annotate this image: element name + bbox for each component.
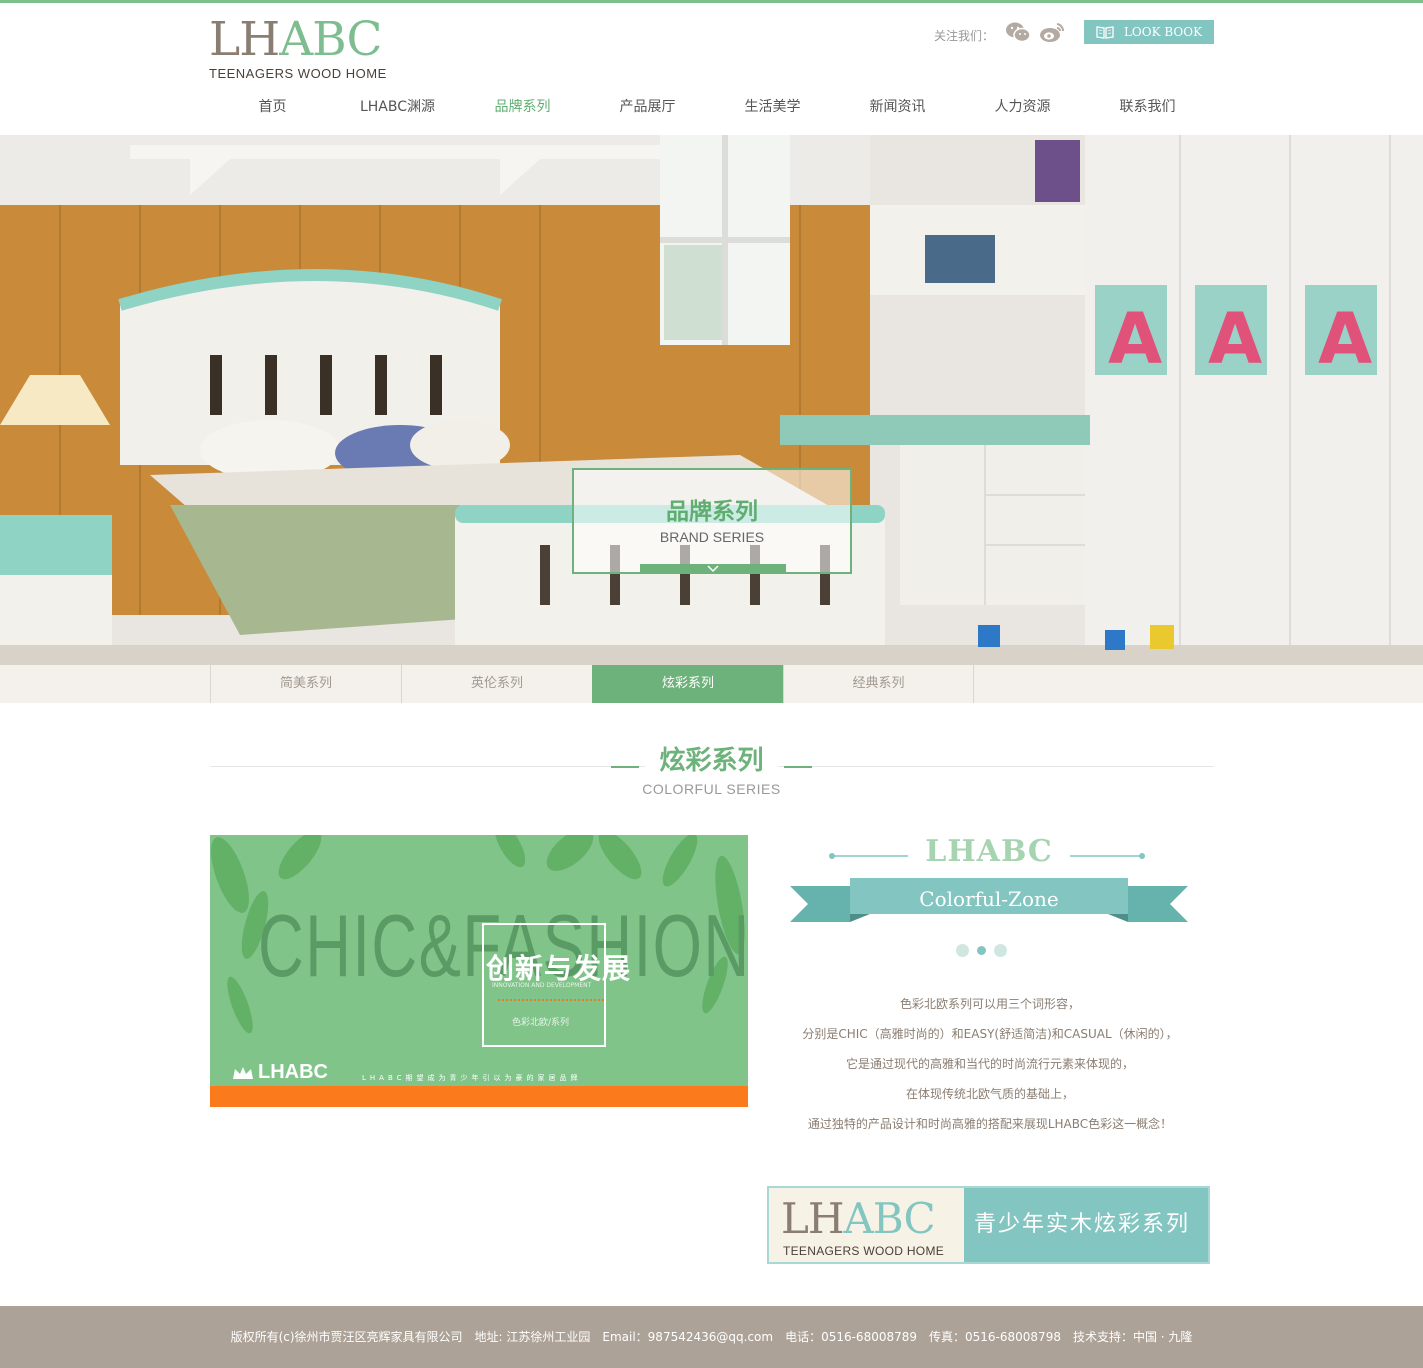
nav-item-contact[interactable]: 联系我们 [1085,86,1210,130]
svg-text:A: A [1208,298,1262,380]
poster-logo-text: LHABC [258,1061,328,1083]
description-line: 通过独特的产品设计和时尚高雅的搭配来展现LHABC色彩这一概念！ [807,1117,1173,1131]
logo-lh: LH [209,12,280,67]
series-tabs: 简美系列 英伦系列 炫彩系列 经典系列 [210,665,974,703]
crown-icon [233,1066,253,1079]
wechat-icon[interactable] [1004,20,1032,44]
book-icon [1096,26,1114,39]
series-promo-banner[interactable]: LHABC TEENAGERS WOOD HOME 青少年实木炫彩系列 [767,1186,1210,1264]
series-banner-logo: LHABC TEENAGERS WOOD HOME [769,1188,964,1262]
hero-banner: A A A 品牌系列 BRAND SERIES [0,135,1423,665]
nav-item-showroom[interactable]: 产品展厅 [585,86,710,130]
series-banner-title: 青少年实木炫彩系列 [964,1188,1208,1262]
nav-item-brand-series[interactable]: 品牌系列 [460,86,585,130]
top-accent-line [0,0,1423,3]
svg-text:A: A [1318,298,1372,380]
svg-text:A: A [1108,298,1162,380]
colorful-zone-badge: LHABC Colorful-Zone [790,834,1188,934]
logo-wordmark: LHABC [209,16,387,64]
brand-series-panel: 品牌系列 BRAND SERIES [572,468,852,574]
poster-dotted-divider [498,999,604,1001]
tab-classic-series[interactable]: 经典系列 [783,665,974,703]
section-heading: 炫彩系列 COLORFUL SERIES [611,740,812,797]
nav-item-home[interactable]: 首页 [210,86,335,130]
poster-logo: LHABC [232,1061,328,1084]
badge-brand: LHABC [925,834,1053,869]
nav-item-lifestyle[interactable]: 生活美学 [710,86,835,130]
badge-ribbon-text: Colorful-Zone [919,887,1059,911]
site-logo[interactable]: LHABC TEENAGERS WOOD HOME [209,16,387,82]
carousel-dot-active[interactable] [977,946,986,955]
tab-simple-series[interactable]: 简美系列 [210,665,401,703]
main-nav: 首页 LHABC渊源 品牌系列 产品展厅 生活美学 新闻资讯 人力资源 联系我们 [210,86,1214,130]
bedroom-illustration: A A A [0,135,1423,665]
tab-british-series[interactable]: 英伦系列 [401,665,592,703]
footer-copyright: 版权所有(c)徐州市贾汪区亮辉家具有限公司 地址: 江苏徐州工业园 Email：… [0,1306,1423,1368]
series-banner-lh: LH [781,1194,845,1243]
series-description: 色彩北欧系列可以用三个词形容， 分别是CHIC（高雅时尚的）和EASY(舒适简洁… [760,989,1220,1139]
nav-item-hr[interactable]: 人力资源 [960,86,1085,130]
description-line: 在体现传统北欧气质的基础上， [905,1087,1074,1101]
tab-colorful-series[interactable]: 炫彩系列 [592,665,783,703]
carousel-dot[interactable] [956,944,969,957]
carousel-dot[interactable] [994,944,1007,957]
series-banner-wordmark: LHABC [781,1198,936,1240]
description-line: 色彩北欧系列可以用三个词形容， [899,997,1080,1011]
chevron-down-icon [707,565,719,573]
logo-abc: ABC [279,12,382,67]
poster-slogan: LHABC期望成为青少年引以为豪的家居品牌 [362,1074,582,1082]
weibo-icon[interactable] [1038,20,1066,44]
description-line: 分别是CHIC（高雅时尚的）和EASY(舒适简洁)和CASUAL（休闲的）， [802,1027,1178,1041]
series-banner-abc: ABC [843,1194,936,1243]
carousel-dots [956,944,1007,957]
nav-item-origin[interactable]: LHABC渊源 [335,86,460,130]
nav-item-news[interactable]: 新闻资讯 [835,86,960,130]
lookbook-label: LOOK BOOK [1123,25,1203,39]
poster-title: 创新与发展 [486,952,632,985]
brand-series-title: 品牌系列 [666,499,758,525]
scroll-down-button[interactable] [640,564,786,574]
section-subtitle: COLORFUL SERIES [642,781,781,797]
poster-subtitle: 色彩北欧/系列 [512,1018,570,1028]
brand-series-subtitle: BRAND SERIES [659,529,765,545]
poster-title-en: INNOVATION AND DEVELOPMENT [492,982,592,989]
section-title: 炫彩系列 [645,740,778,777]
series-banner-tagline: TEENAGERS WOOD HOME [783,1244,945,1258]
poster-orange-strip [210,1086,748,1107]
description-line: 它是通过现代的高雅和当代的时尚流行元素来体现的， [845,1057,1134,1071]
series-poster-image[interactable]: CHIC&FASHION 创新与发展 INNOVATION AND DEVELO… [210,835,748,1107]
logo-tagline: TEENAGERS WOOD HOME [209,66,387,81]
lookbook-button[interactable]: LOOK BOOK [1084,20,1214,44]
follow-us-label: 关注我们： [934,29,995,43]
